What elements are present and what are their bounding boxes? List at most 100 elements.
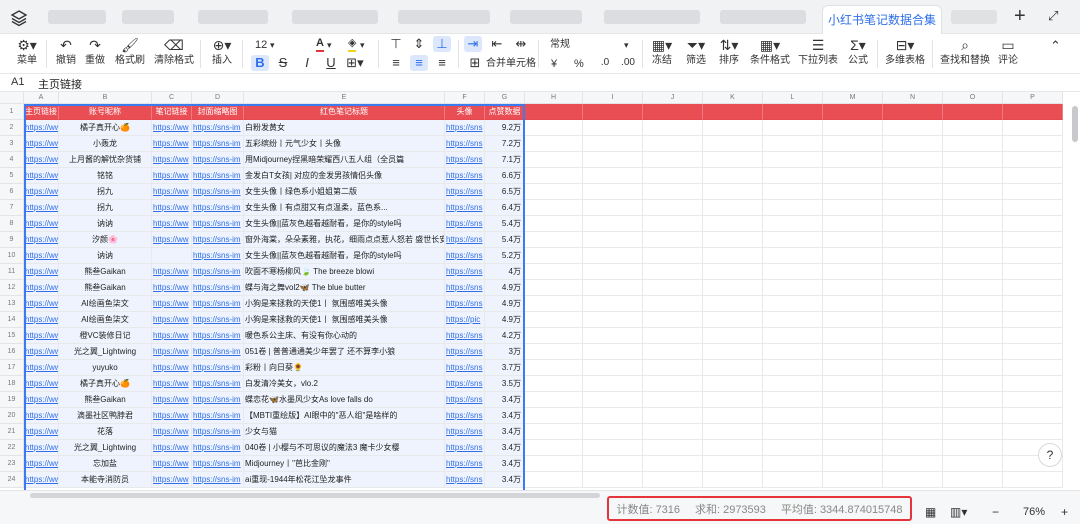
- cell-d[interactable]: https://sns-im: [192, 456, 244, 472]
- empty-cell[interactable]: [883, 360, 943, 376]
- empty-cell[interactable]: [703, 440, 763, 456]
- cell-f[interactable]: https://sns: [445, 168, 485, 184]
- cell-c[interactable]: https://ww: [152, 456, 192, 472]
- align-top-icon[interactable]: ⊤: [387, 36, 405, 52]
- cell-e[interactable]: 白发清冷美女，vlo.2: [244, 376, 445, 392]
- insert-button[interactable]: ⊕▾ 插入: [207, 36, 237, 72]
- empty-cell[interactable]: [943, 360, 1003, 376]
- empty-cell[interactable]: [525, 136, 583, 152]
- empty-cell[interactable]: [583, 408, 643, 424]
- empty-cell[interactable]: [703, 312, 763, 328]
- wrap-text-icon[interactable]: ⇥: [464, 36, 482, 52]
- cell-c[interactable]: https://ww: [152, 360, 192, 376]
- empty-cell[interactable]: [943, 296, 1003, 312]
- empty-cell[interactable]: [1003, 200, 1063, 216]
- align-right-icon[interactable]: ≡: [433, 55, 451, 71]
- empty-cell[interactable]: [583, 360, 643, 376]
- empty-cell[interactable]: [763, 152, 823, 168]
- empty-cell[interactable]: [763, 216, 823, 232]
- header-cell[interactable]: 封面缩略图: [192, 104, 244, 120]
- empty-cell[interactable]: [583, 104, 643, 120]
- empty-cell[interactable]: [525, 376, 583, 392]
- cell-c[interactable]: https://ww: [152, 472, 192, 488]
- row-number[interactable]: 1: [0, 104, 24, 120]
- chevron-down-icon[interactable]: ▾: [360, 37, 365, 53]
- empty-cell[interactable]: [583, 440, 643, 456]
- cell-g[interactable]: 6.6万: [485, 168, 525, 184]
- blurred-tab[interactable]: [122, 10, 174, 24]
- cell-b[interactable]: 橙VC装修日记: [59, 328, 152, 344]
- blurred-tab[interactable]: [720, 10, 806, 24]
- cell-a[interactable]: https://ww: [24, 328, 59, 344]
- cell-g[interactable]: 3万: [485, 344, 525, 360]
- column-header-i[interactable]: I: [583, 92, 643, 104]
- cell-b[interactable]: AI绘画鱼柒文: [59, 296, 152, 312]
- empty-cell[interactable]: [823, 184, 883, 200]
- row-number[interactable]: 24: [0, 472, 24, 488]
- cell-b[interactable]: 熊叁Gaikan: [59, 392, 152, 408]
- empty-cell[interactable]: [525, 216, 583, 232]
- empty-cell[interactable]: [525, 424, 583, 440]
- empty-cell[interactable]: [525, 312, 583, 328]
- empty-cell[interactable]: [643, 248, 703, 264]
- empty-cell[interactable]: [643, 328, 703, 344]
- blurred-tab[interactable]: [604, 10, 700, 24]
- empty-cell[interactable]: [643, 376, 703, 392]
- column-header-n[interactable]: N: [883, 92, 943, 104]
- empty-cell[interactable]: [883, 408, 943, 424]
- select-all-corner[interactable]: [0, 92, 24, 104]
- empty-cell[interactable]: [643, 392, 703, 408]
- column-header-l[interactable]: L: [763, 92, 823, 104]
- empty-cell[interactable]: [1003, 216, 1063, 232]
- cell-g[interactable]: 6.5万: [485, 184, 525, 200]
- empty-cell[interactable]: [883, 232, 943, 248]
- empty-cell[interactable]: [883, 104, 943, 120]
- empty-cell[interactable]: [1003, 472, 1063, 488]
- cell-b[interactable]: 花落: [59, 424, 152, 440]
- cell-b[interactable]: 汐颜🌸: [59, 232, 152, 248]
- empty-cell[interactable]: [943, 472, 1003, 488]
- row-number[interactable]: 4: [0, 152, 24, 168]
- empty-cell[interactable]: [823, 440, 883, 456]
- empty-cell[interactable]: [583, 344, 643, 360]
- empty-cell[interactable]: [703, 408, 763, 424]
- empty-cell[interactable]: [703, 424, 763, 440]
- comment-button[interactable]: ▭ 评论: [995, 36, 1021, 72]
- cell-b[interactable]: 熊叁Gaikan: [59, 280, 152, 296]
- empty-cell[interactable]: [525, 296, 583, 312]
- cell-f[interactable]: https://sns: [445, 152, 485, 168]
- empty-cell[interactable]: [763, 280, 823, 296]
- cell-g[interactable]: 5.4万: [485, 216, 525, 232]
- formula-input[interactable]: 主页链接: [38, 76, 82, 92]
- cell-c[interactable]: https://ww: [152, 216, 192, 232]
- cell-c[interactable]: https://ww: [152, 280, 192, 296]
- empty-cell[interactable]: [703, 328, 763, 344]
- empty-cell[interactable]: [943, 184, 1003, 200]
- empty-cell[interactable]: [525, 280, 583, 296]
- cell-a[interactable]: https://ww: [24, 248, 59, 264]
- cell-d[interactable]: https://sns-im: [192, 280, 244, 296]
- cell-a[interactable]: https://ww: [24, 424, 59, 440]
- cell-d[interactable]: https://sns-im: [192, 200, 244, 216]
- cell-c[interactable]: https://ww: [152, 184, 192, 200]
- empty-cell[interactable]: [1003, 264, 1063, 280]
- empty-cell[interactable]: [883, 136, 943, 152]
- empty-cell[interactable]: [943, 248, 1003, 264]
- empty-cell[interactable]: [643, 424, 703, 440]
- empty-cell[interactable]: [583, 312, 643, 328]
- empty-cell[interactable]: [643, 360, 703, 376]
- cell-f[interactable]: https://sns: [445, 456, 485, 472]
- empty-cell[interactable]: [823, 104, 883, 120]
- font-color-button[interactable]: A: [316, 37, 324, 52]
- empty-cell[interactable]: [583, 424, 643, 440]
- cell-g[interactable]: 3.4万: [485, 392, 525, 408]
- empty-cell[interactable]: [525, 248, 583, 264]
- cell-g[interactable]: 7.1万: [485, 152, 525, 168]
- empty-cell[interactable]: [583, 472, 643, 488]
- empty-cell[interactable]: [1003, 152, 1063, 168]
- cell-c[interactable]: https://ww: [152, 152, 192, 168]
- cell-f[interactable]: https://sns: [445, 136, 485, 152]
- cell-g[interactable]: 6.4万: [485, 200, 525, 216]
- empty-cell[interactable]: [643, 152, 703, 168]
- empty-cell[interactable]: [823, 280, 883, 296]
